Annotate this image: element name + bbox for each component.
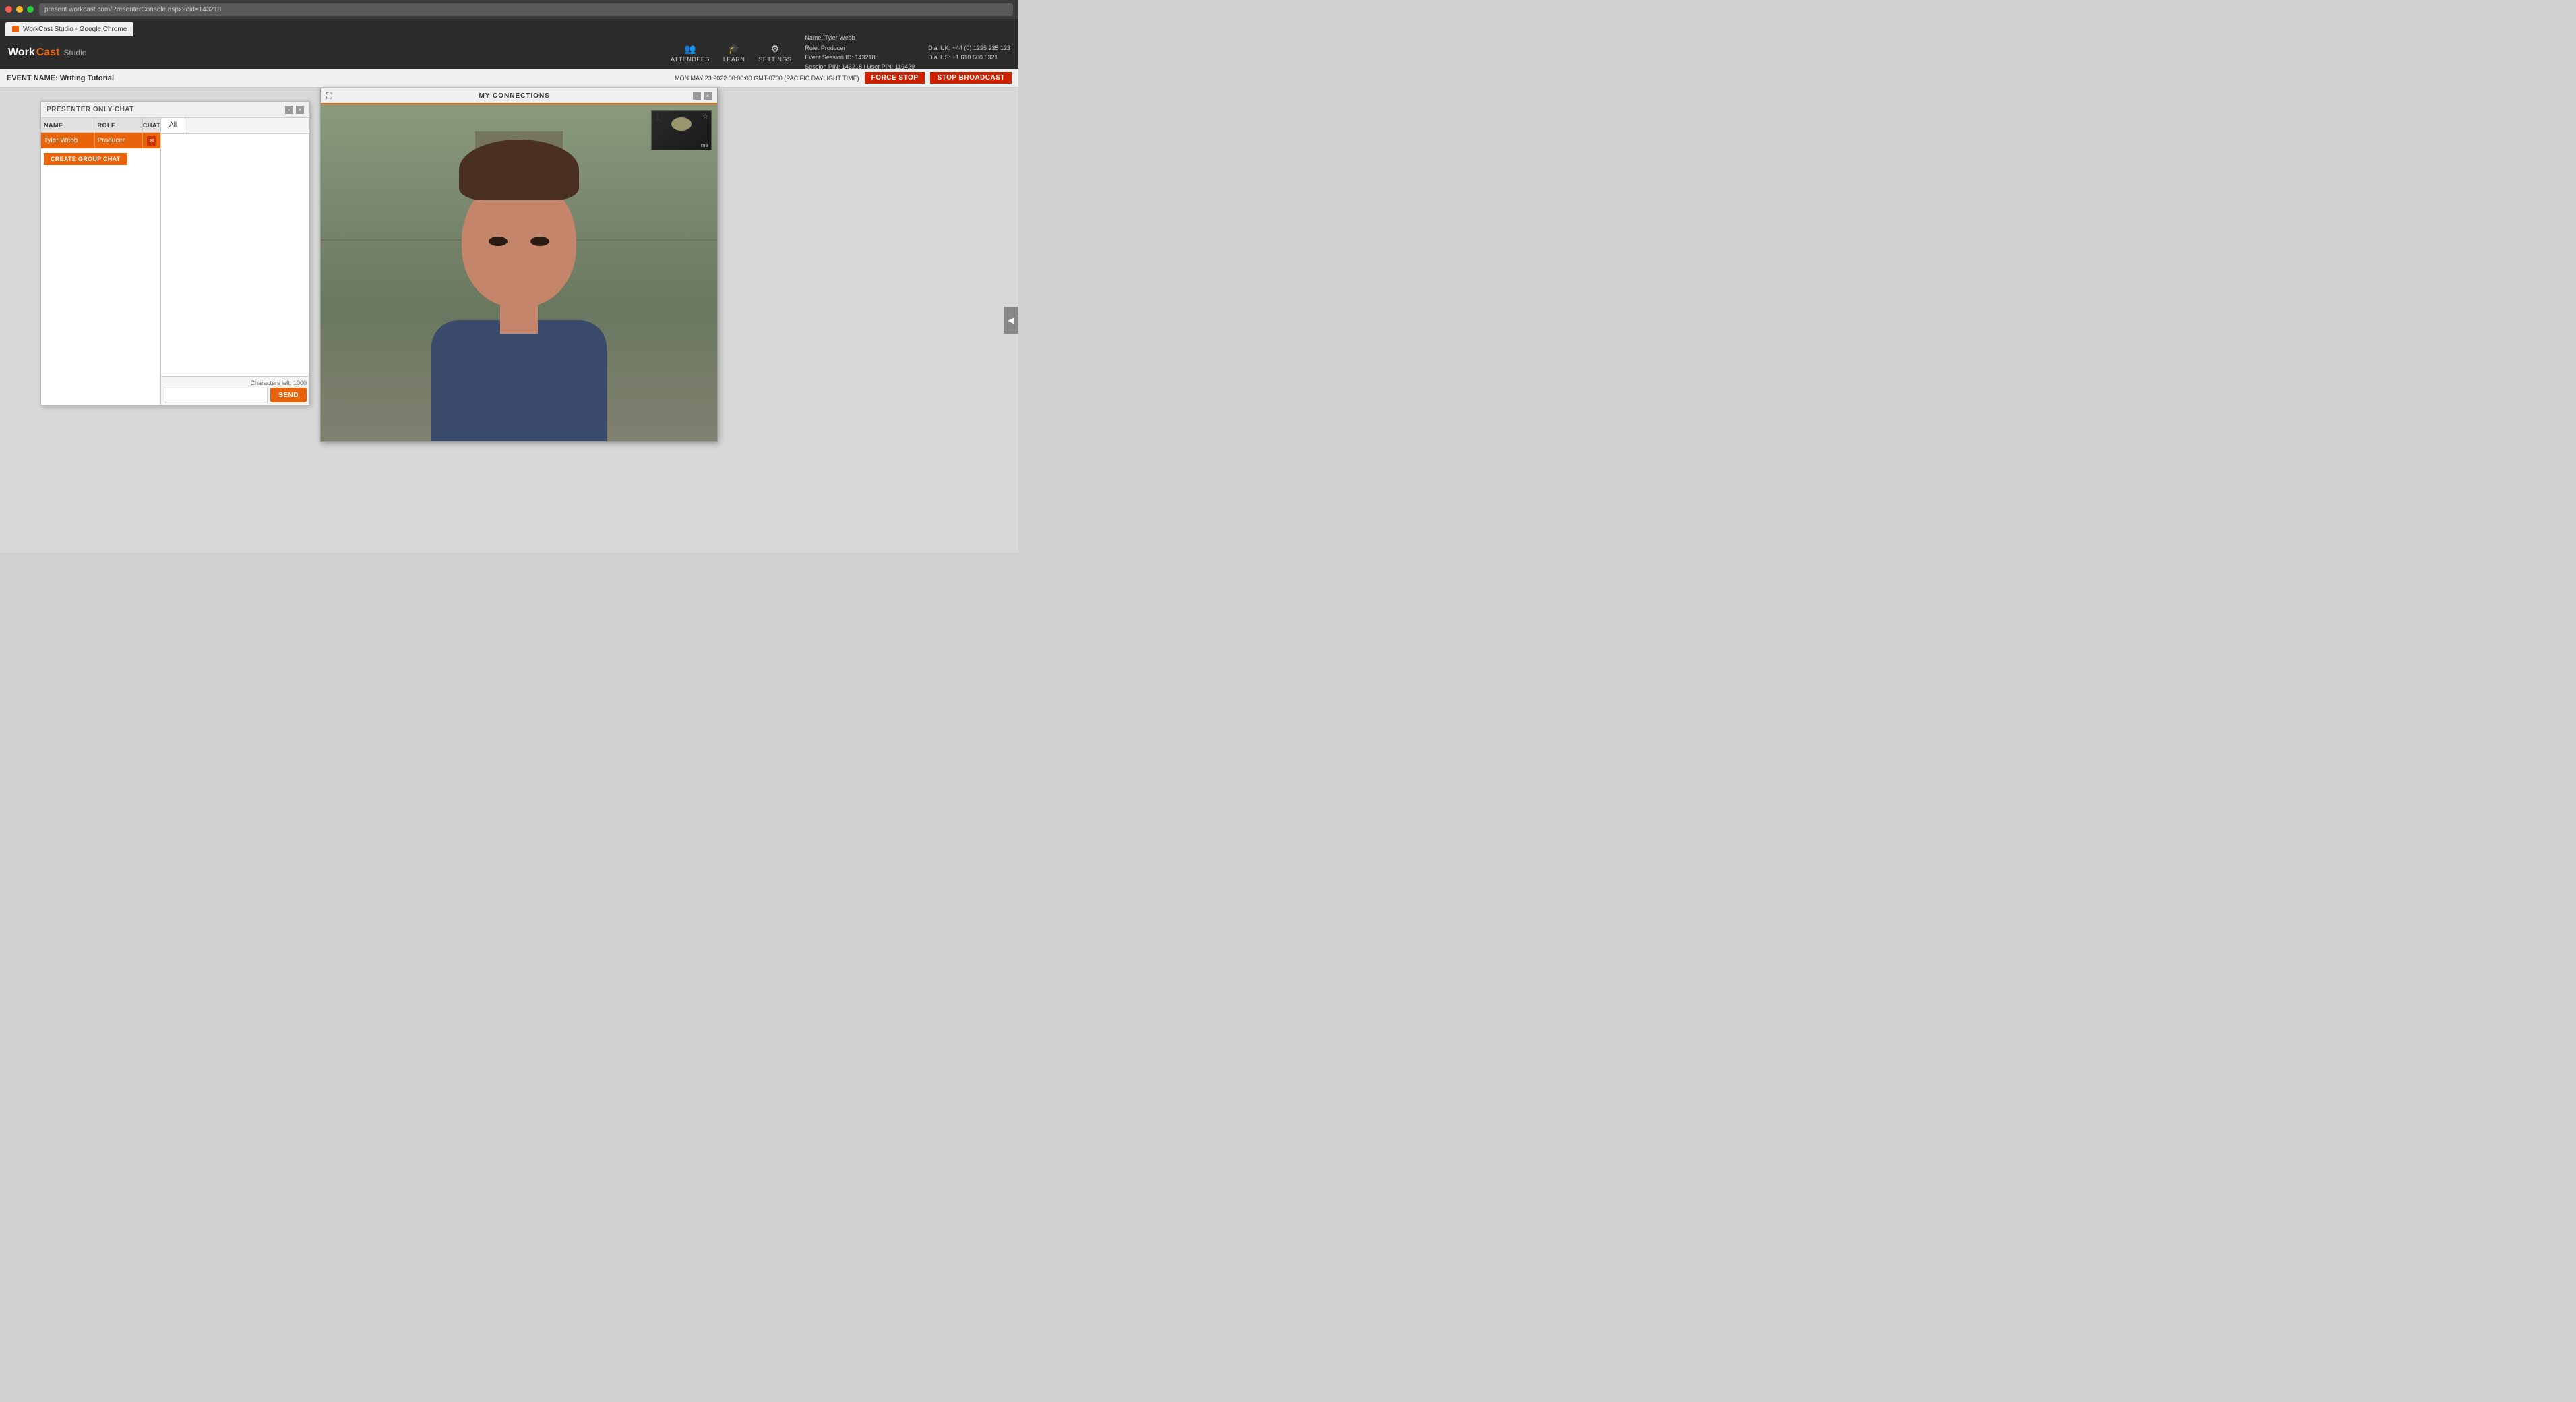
chat-input-area: Characters left: 1000 SEND bbox=[161, 376, 309, 405]
app: WorkCast Studio 👥 ATTENDEES 🎓 LEARN ⚙ SE… bbox=[0, 36, 1018, 553]
chat-minimize-button[interactable]: - bbox=[285, 106, 293, 114]
event-bar: EVENT NAME: Writing Tutorial MON MAY 23 … bbox=[0, 69, 1018, 88]
chat-area: All Characters left: 1000 SEND bbox=[161, 118, 309, 405]
user-role-cell: Producer bbox=[95, 133, 144, 148]
video-thumbnail[interactable]: ⋮ ☆ me bbox=[651, 110, 712, 150]
dial-us: Dial US: +1 610 600 6321 bbox=[928, 53, 1010, 62]
connections-close-button[interactable]: × bbox=[704, 92, 712, 100]
user-name-cell: Tyler Webb bbox=[41, 133, 95, 148]
event-time: MON MAY 23 2022 00:00:00 GMT-0700 (PACIF… bbox=[675, 75, 859, 82]
nav-right: 👥 ATTENDEES 🎓 LEARN ⚙ SETTINGS Name: Tyl… bbox=[671, 33, 1010, 72]
chat-panel: PRESENTER ONLY CHAT - × NAME ROLE CHAT T… bbox=[40, 101, 310, 406]
event-right: MON MAY 23 2022 00:00:00 GMT-0700 (PACIF… bbox=[675, 72, 1012, 84]
close-btn[interactable] bbox=[5, 6, 12, 13]
connections-title: MY CONNECTIONS bbox=[479, 92, 550, 100]
dial-info: Dial UK: +44 (0) 1295 235 123 Dial US: +… bbox=[928, 43, 1010, 63]
send-button[interactable]: SEND bbox=[270, 388, 307, 402]
users-pane: NAME ROLE CHAT Tyler Webb Producer CREAT… bbox=[41, 118, 161, 405]
browser-chrome: present.workcast.com/PresenterConsole.as… bbox=[0, 0, 1018, 19]
panel-controls: - × bbox=[285, 106, 304, 114]
user-name: Name: Tyler Webb bbox=[805, 33, 915, 42]
tab-title: WorkCast Studio - Google Chrome bbox=[23, 26, 127, 33]
users-header: NAME ROLE CHAT bbox=[41, 118, 160, 133]
thumb-lamp bbox=[671, 117, 692, 131]
force-stop-button[interactable]: FORCE STOP bbox=[865, 72, 925, 84]
chars-left: Characters left: 1000 bbox=[164, 379, 307, 386]
attendees-label: ATTENDEES bbox=[671, 56, 710, 63]
thumb-star-icon: ☆ bbox=[702, 113, 708, 121]
minimize-btn[interactable] bbox=[16, 6, 23, 13]
event-name-label: EVENT NAME: Writing Tutorial bbox=[7, 74, 114, 82]
stop-broadcast-button[interactable]: STOP BROADCAST bbox=[930, 72, 1012, 84]
chat-messages[interactable] bbox=[161, 134, 309, 376]
chat-input-row: SEND bbox=[164, 388, 307, 402]
top-nav: WorkCast Studio 👥 ATTENDEES 🎓 LEARN ⚙ SE… bbox=[0, 36, 1018, 69]
chat-body: NAME ROLE CHAT Tyler Webb Producer CREAT… bbox=[41, 118, 309, 405]
logo-work: Work bbox=[8, 47, 35, 59]
person-body bbox=[431, 320, 607, 441]
connections-minimize-button[interactable]: – bbox=[693, 92, 701, 100]
connections-panel: ⛶ MY CONNECTIONS – × bbox=[320, 88, 718, 442]
event-name-value: Writing Tutorial bbox=[60, 74, 114, 82]
thumb-dots-icon: ⋮ bbox=[654, 113, 661, 121]
person-figure bbox=[411, 131, 627, 441]
browser-window-controls bbox=[5, 6, 34, 13]
dial-uk: Dial UK: +44 (0) 1295 235 123 bbox=[928, 43, 1010, 53]
main-content: PRESENTER ONLY CHAT - × NAME ROLE CHAT T… bbox=[0, 88, 1018, 553]
person-left-eye bbox=[489, 237, 508, 246]
user-info: Name: Tyler Webb Role: Producer Event Se… bbox=[805, 33, 915, 72]
learn-label: LEARN bbox=[723, 56, 745, 63]
chat-input[interactable] bbox=[164, 388, 268, 402]
col-name-header: NAME bbox=[41, 118, 94, 132]
chat-icon[interactable] bbox=[147, 136, 156, 146]
thumb-inner: ⋮ ☆ me bbox=[652, 111, 711, 150]
create-group-area: CREATE GROUP CHAT bbox=[41, 149, 160, 169]
session-id: Event Session ID: 143218 bbox=[805, 53, 915, 62]
nav-item-attendees[interactable]: 👥 ATTENDEES bbox=[671, 43, 710, 63]
people-icon: 👥 bbox=[684, 43, 696, 55]
tab-favicon bbox=[12, 26, 19, 32]
browser-tab[interactable]: WorkCast Studio - Google Chrome bbox=[5, 22, 133, 36]
user-role: Role: Producer bbox=[805, 43, 915, 53]
person-right-eye bbox=[530, 237, 549, 246]
url-text: present.workcast.com/PresenterConsole.as… bbox=[44, 6, 221, 13]
settings-label: SETTINGS bbox=[758, 56, 791, 63]
chat-panel-title: PRESENTER ONLY CHAT bbox=[47, 106, 134, 113]
logo-cast: Cast bbox=[36, 47, 60, 59]
user-row[interactable]: Tyler Webb Producer bbox=[41, 133, 160, 149]
address-bar[interactable]: present.workcast.com/PresenterConsole.as… bbox=[39, 3, 1013, 16]
side-arrow-button[interactable] bbox=[1004, 307, 1018, 334]
connections-controls: – × bbox=[693, 92, 712, 100]
person-hair bbox=[459, 140, 579, 200]
chat-tabs: All bbox=[161, 118, 309, 134]
create-group-chat-button[interactable]: CREATE GROUP CHAT bbox=[44, 153, 127, 165]
fullscreen-icon[interactable]: ⛶ bbox=[326, 91, 332, 101]
gear-icon: ⚙ bbox=[771, 43, 780, 55]
user-chat-cell bbox=[143, 133, 160, 148]
col-chat-header: CHAT bbox=[143, 118, 160, 132]
event-label: EVENT NAME: bbox=[7, 74, 58, 82]
nav-item-learn[interactable]: 🎓 LEARN bbox=[723, 43, 745, 63]
chat-close-button[interactable]: × bbox=[296, 106, 304, 114]
thumbnail-label: me bbox=[701, 142, 708, 148]
maximize-btn[interactable] bbox=[27, 6, 34, 13]
col-role-header: ROLE bbox=[94, 118, 143, 132]
logo: WorkCast Studio bbox=[8, 47, 86, 59]
logo-studio: Studio bbox=[63, 48, 86, 57]
nav-item-settings[interactable]: ⚙ SETTINGS bbox=[758, 43, 791, 63]
users-list-empty bbox=[41, 169, 160, 405]
learn-icon: 🎓 bbox=[728, 43, 739, 55]
chat-panel-titlebar: PRESENTER ONLY CHAT - × bbox=[41, 102, 309, 118]
connections-titlebar: ⛶ MY CONNECTIONS – × bbox=[321, 88, 717, 104]
chat-tab-all[interactable]: All bbox=[161, 118, 185, 133]
video-main: ⋮ ☆ me bbox=[321, 104, 717, 441]
